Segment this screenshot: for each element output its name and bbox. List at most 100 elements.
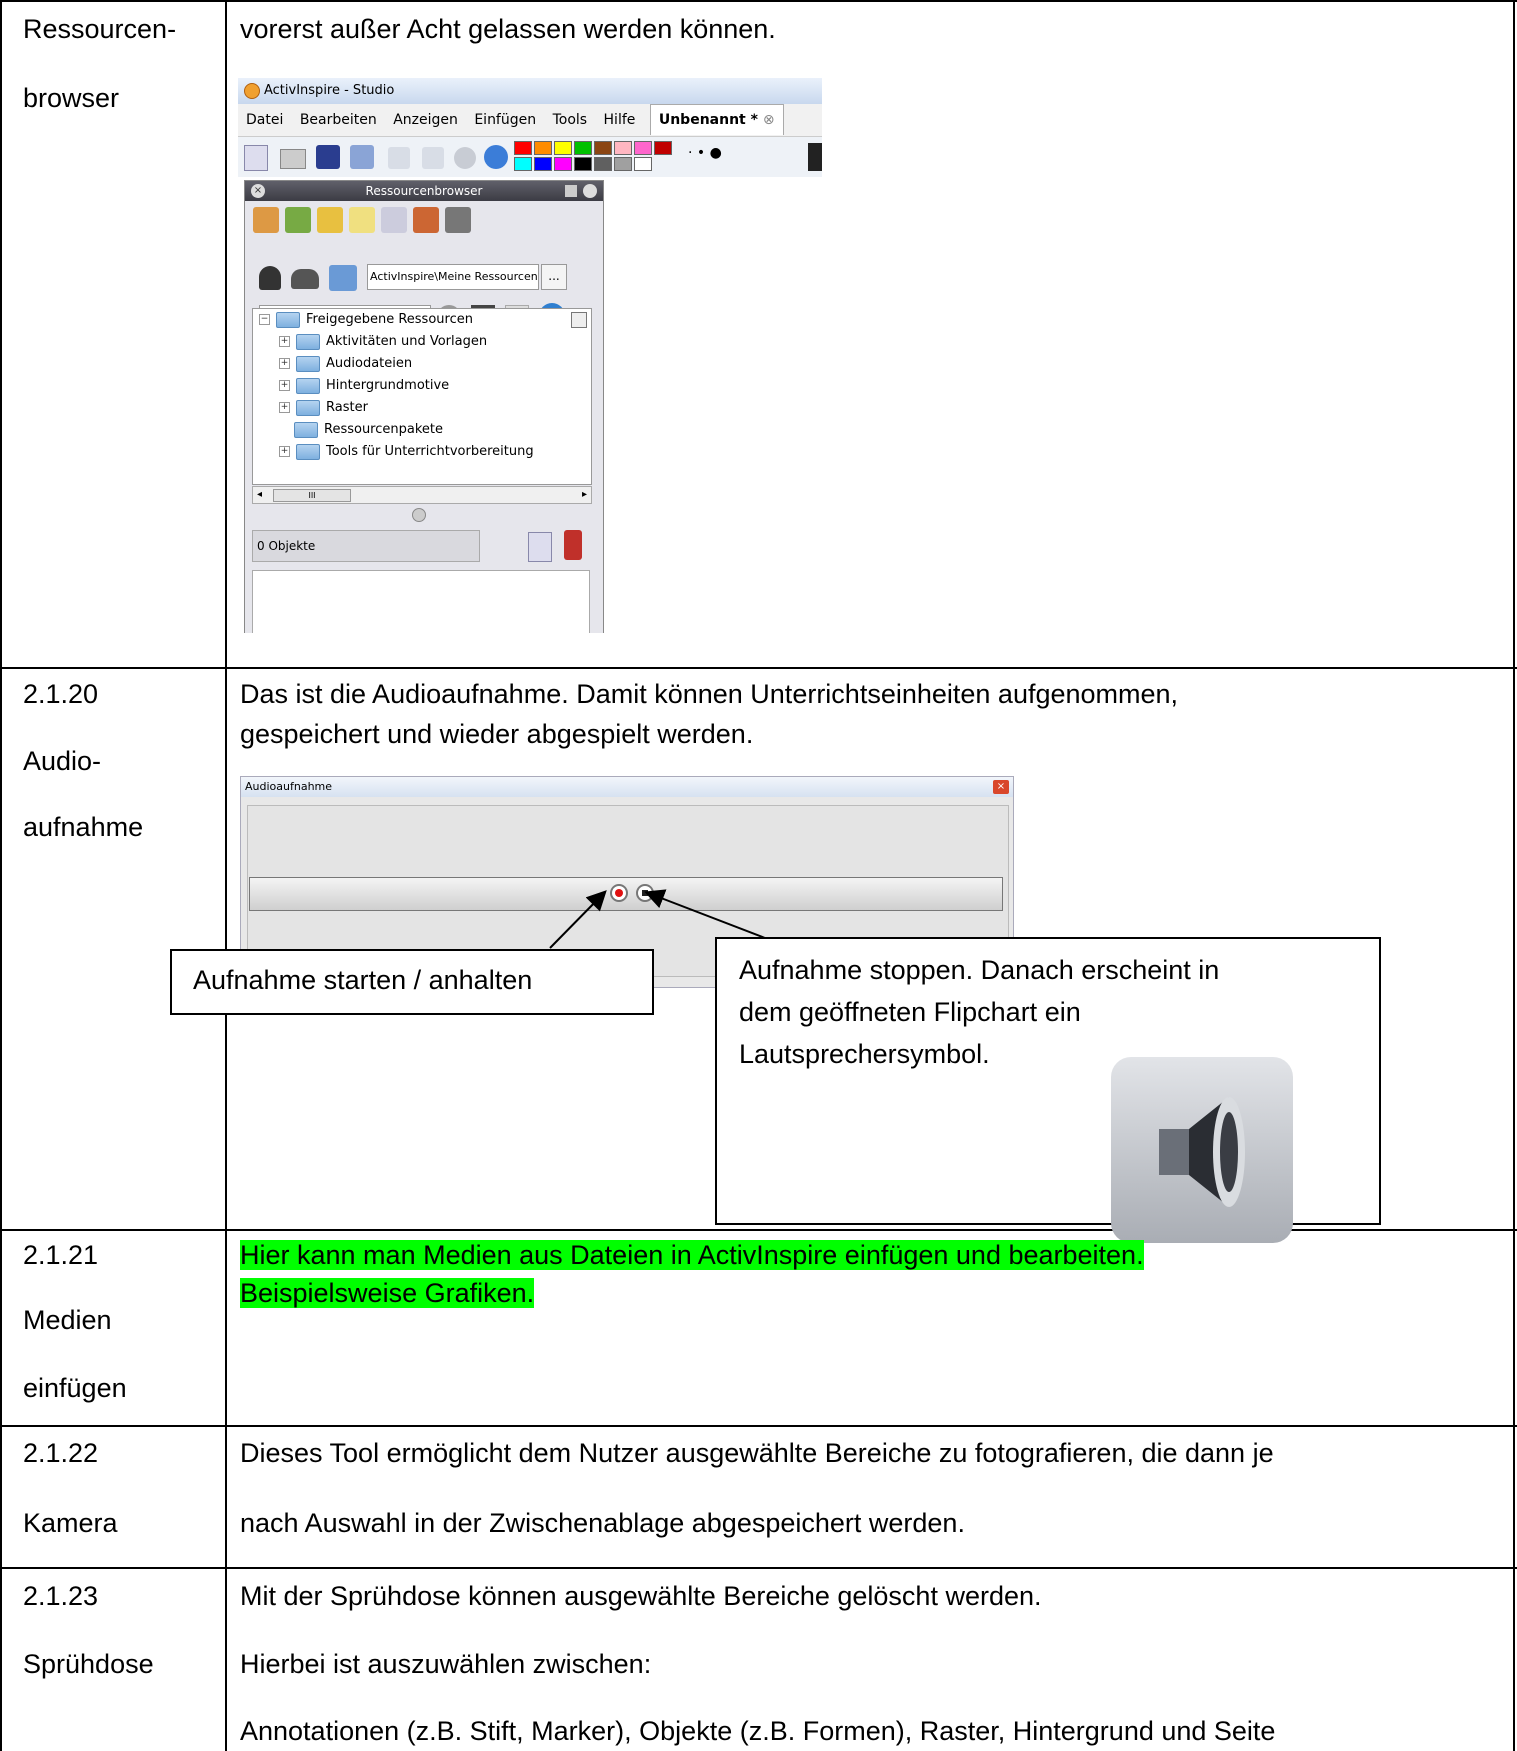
horizontal-scrollbar[interactable]: ◂ III ▸	[252, 486, 592, 504]
row-label: 2.1.21	[23, 1240, 99, 1270]
row-label: Ressourcen-	[23, 14, 177, 44]
tree-item[interactable]: + Tools für Unterrichtvorbereitung	[279, 441, 534, 463]
back-icon[interactable]	[388, 147, 410, 169]
user-icon[interactable]	[259, 266, 281, 290]
resource-category-icon[interactable]	[349, 207, 375, 233]
color-swatch[interactable]	[594, 157, 612, 171]
record-button[interactable]	[610, 884, 628, 902]
menu-bearbeiten[interactable]: Bearbeiten	[300, 112, 377, 128]
browse-button[interactable]: ...	[541, 264, 567, 290]
row-text: gespeichert und wieder abgespielt werden…	[240, 719, 754, 749]
expand-icon[interactable]: +	[279, 358, 290, 369]
color-palette[interactable]	[514, 141, 674, 173]
users-icon[interactable]	[291, 269, 319, 289]
scroll-thumb[interactable]: III	[273, 489, 351, 502]
color-swatch[interactable]	[574, 157, 592, 171]
callout-record: Aufnahme starten / anhalten	[170, 949, 654, 1015]
folder-icon	[294, 421, 318, 438]
color-swatch[interactable]	[554, 157, 572, 171]
menu-tools[interactable]: Tools	[553, 112, 588, 128]
tree-item-label: Hintergrundmotive	[326, 378, 450, 393]
color-swatch[interactable]	[534, 141, 552, 155]
color-swatch[interactable]	[614, 141, 632, 155]
tree-item[interactable]: + Aktivitäten und Vorlagen	[279, 331, 487, 353]
tree-item[interactable]: + Hintergrundmotive	[279, 375, 449, 397]
row-label: 2.1.22	[23, 1438, 99, 1468]
color-swatch[interactable]	[614, 157, 632, 171]
row-label: 2.1.20	[23, 679, 99, 709]
properties-icon[interactable]	[528, 532, 552, 562]
shared-computer-icon[interactable]	[329, 265, 357, 291]
scroll-left-icon[interactable]: ◂	[257, 487, 262, 503]
row-text-highlighted: Hier kann man Medien aus Dateien in Acti…	[240, 1240, 1144, 1270]
pen-tool-icon[interactable]	[316, 145, 340, 169]
resource-category-icon[interactable]	[317, 207, 343, 233]
play-icon[interactable]	[454, 147, 476, 169]
tree-view-toggle-icon[interactable]	[571, 312, 587, 328]
scroll-thumb-grip: III	[308, 491, 316, 500]
expand-icon[interactable]: +	[279, 336, 290, 347]
activinspire-titlebar: ActivInspire - Studio	[238, 78, 822, 104]
panel-title: Ressourcenbrowser	[365, 184, 483, 198]
panel-options-icon[interactable]	[565, 185, 577, 197]
color-swatch[interactable]	[534, 157, 552, 171]
row-label: Medien	[23, 1305, 112, 1335]
color-swatch[interactable]	[634, 141, 652, 155]
color-swatch[interactable]	[514, 157, 532, 171]
browser-icon[interactable]	[484, 145, 508, 169]
resource-category-icons	[253, 207, 471, 241]
browse-button-label: ...	[548, 269, 560, 283]
audio-window-title: Audioaufnahme	[245, 780, 333, 793]
expand-panel-icon[interactable]	[412, 508, 426, 522]
tree-item[interactable]: Ressourcenpakete	[294, 419, 443, 441]
close-panel-icon[interactable]: ×	[251, 184, 265, 198]
tools-icon[interactable]	[350, 145, 374, 169]
scroll-right-icon[interactable]: ▸	[582, 487, 587, 503]
close-window-icon[interactable]: ×	[993, 780, 1009, 794]
folder-icon	[296, 377, 320, 394]
menu-datei[interactable]: Datei	[246, 112, 283, 128]
color-swatch[interactable]	[574, 141, 592, 155]
color-swatch[interactable]	[594, 141, 612, 155]
flipchart-icon[interactable]	[244, 145, 268, 171]
tree-root[interactable]: − Freigegebene Ressourcen	[259, 309, 473, 331]
profile-icon[interactable]	[280, 149, 306, 169]
tree-item[interactable]: + Raster	[279, 397, 368, 419]
preview-area	[252, 570, 590, 633]
activinspire-toolbar: · • ●	[238, 137, 822, 177]
color-swatch[interactable]	[654, 141, 672, 155]
cursor-icon[interactable]	[808, 143, 822, 171]
row-text: Mit der Sprühdose können ausgewählte Ber…	[240, 1581, 1042, 1611]
stamp-icon[interactable]	[564, 530, 582, 560]
resource-category-icon[interactable]	[253, 207, 279, 233]
table-border-row-1	[0, 667, 1517, 669]
collapse-icon[interactable]: −	[259, 314, 270, 325]
row-label: einfügen	[23, 1373, 127, 1403]
color-swatch[interactable]	[634, 157, 652, 171]
tab-document[interactable]: Unbenannt * ⊗	[649, 104, 784, 135]
pen-width-icon[interactable]: · • ●	[688, 145, 748, 169]
expand-icon[interactable]: +	[279, 446, 290, 457]
panel-pin-icon[interactable]	[583, 184, 597, 198]
forward-icon[interactable]	[422, 147, 444, 169]
resource-category-icon[interactable]	[445, 207, 471, 233]
color-swatch[interactable]	[514, 141, 532, 155]
resource-category-icon[interactable]	[285, 207, 311, 233]
expand-icon[interactable]: +	[279, 402, 290, 413]
color-swatch[interactable]	[554, 141, 572, 155]
menu-anzeigen[interactable]: Anzeigen	[393, 112, 458, 128]
stop-button[interactable]	[636, 884, 654, 902]
resource-path-field[interactable]: ActivInspire\Meine Ressourcen	[367, 264, 539, 290]
expand-icon[interactable]: +	[279, 380, 290, 391]
menu-einfuegen[interactable]: Einfügen	[474, 112, 536, 128]
row-label: aufnahme	[23, 812, 144, 842]
resource-category-icon[interactable]	[381, 207, 407, 233]
close-tab-icon[interactable]: ⊗	[763, 112, 775, 128]
resource-category-icon[interactable]	[413, 207, 439, 233]
row-text: nach Auswahl in der Zwischenablage abges…	[240, 1508, 965, 1538]
menu-hilfe[interactable]: Hilfe	[604, 112, 636, 128]
activinspire-screenshot: ActivInspire - Studio Datei Bearbeiten A…	[238, 78, 822, 633]
tree-item-label: Audiodateien	[326, 356, 413, 371]
tree-item[interactable]: + Audiodateien	[279, 353, 412, 375]
folder-icon	[296, 399, 320, 416]
